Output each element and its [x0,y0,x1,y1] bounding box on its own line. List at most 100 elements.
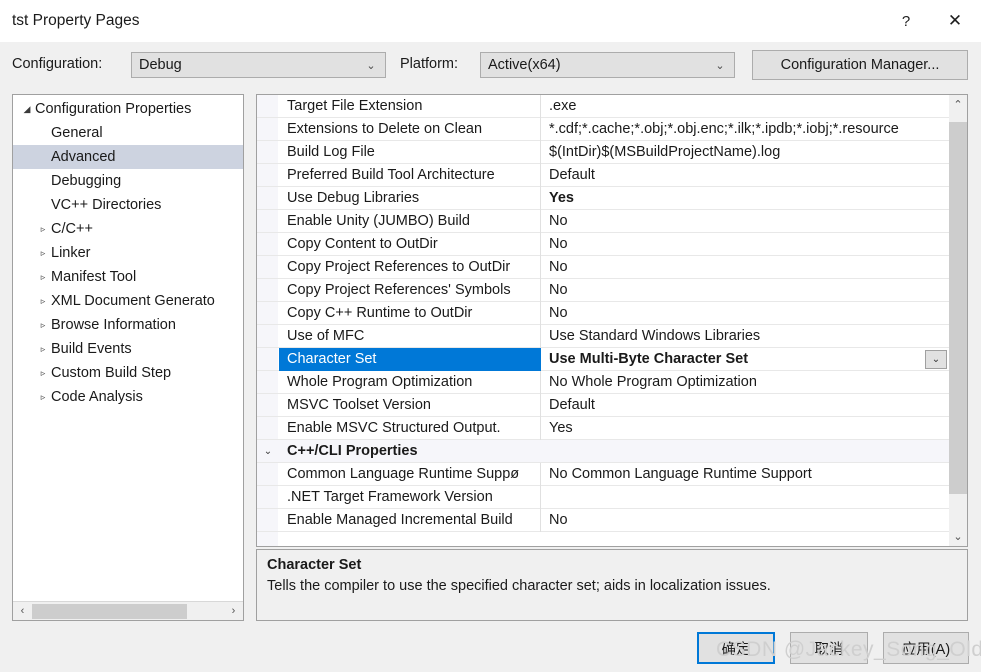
tree-item-vc-directories[interactable]: VC++ Directories [13,193,243,217]
property-name: Copy C++ Runtime to OutDir [279,301,541,325]
property-row[interactable]: Build Log File $(IntDir)$(MSBuildProjectN… [257,140,951,164]
property-value[interactable]: *.cdf;*.cache;*.obj;*.obj.enc;*.ilk;*.ip… [541,118,951,141]
property-row[interactable]: Copy C++ Runtime to OutDir No [257,301,951,325]
property-row[interactable]: Enable Unity (JUMBO) Build No [257,209,951,233]
tree-item-label: Linker [51,245,91,261]
expander-icon[interactable]: ▹ [35,248,51,258]
property-row[interactable]: Use Debug Libraries Yes [257,186,951,210]
vscroll-thumb[interactable] [949,122,967,494]
row-gutter [257,371,279,394]
property-group-header[interactable]: ⌄ C++/CLI Properties [257,440,951,463]
row-gutter [257,463,279,486]
property-value[interactable]: Use Multi-Byte Character Set [541,348,951,371]
property-row[interactable]: Character Set Use Multi-Byte Character Se… [257,347,951,371]
tree-item-label: Custom Build Step [51,365,172,381]
property-name: Use of MFC [279,324,541,348]
tree-item-xml-document-generato[interactable]: ▹ XML Document Generato [13,289,243,313]
scroll-up-icon[interactable]: ⌃ [949,95,967,114]
hscroll-track[interactable] [32,602,224,621]
property-name: Enable MSVC Structured Output. [279,416,541,440]
tree-item-c-c[interactable]: ▹ C/C++ [13,217,243,241]
property-value[interactable]: Yes [541,187,951,210]
expander-icon[interactable]: ▹ [35,344,51,354]
grid-vertical-scrollbar[interactable]: ⌃ ⌄ [949,95,967,546]
vscroll-track[interactable] [949,114,967,527]
configuration-tree-panel: ◢ Configuration Properties General Advanced… [12,94,244,621]
tree-item-general[interactable]: General [13,121,243,145]
tree-item-manifest-tool[interactable]: ▹ Manifest Tool [13,265,243,289]
tree-item-debugging[interactable]: Debugging [13,169,243,193]
expander-icon[interactable]: ▹ [35,368,51,378]
property-row[interactable]: Target File Extension .exe [257,95,951,118]
property-value[interactable]: No [541,233,951,256]
tree-item-label: Debugging [51,173,122,189]
property-row[interactable]: Copy Content to OutDir No [257,232,951,256]
property-grid[interactable]: Target File Extension .exe Extensions to D… [257,95,951,546]
tree-item-browse-information[interactable]: ▹ Browse Information [13,313,243,337]
expander-icon[interactable]: ▹ [35,224,51,234]
tree-item-custom-build-step[interactable]: ▹ Custom Build Step [13,361,243,385]
property-row[interactable]: Preferred Build Tool Architecture Default [257,163,951,187]
property-value[interactable]: No [541,210,951,233]
property-value[interactable]: No [541,302,951,325]
property-value[interactable]: Default [541,394,951,417]
ok-button[interactable]: 确定 [697,632,775,664]
tree-horizontal-scrollbar[interactable]: ‹ › [13,601,243,620]
property-row[interactable]: Copy Project References' Symbols No [257,278,951,302]
cancel-button[interactable]: 取消 [790,632,868,664]
property-value[interactable]: $(IntDir)$(MSBuildProjectName).log [541,141,951,164]
tree-item-label: Configuration Properties [35,101,192,117]
expander-icon[interactable]: ▹ [35,392,51,402]
property-value-dropdown-icon[interactable]: ⌄ [925,350,947,369]
property-row[interactable]: Use of MFC Use Standard Windows Libraries [257,324,951,348]
tree-item-advanced[interactable]: Advanced [13,145,243,169]
property-value[interactable]: No Whole Program Optimization [541,371,951,394]
close-icon[interactable]: ✕ [929,0,981,42]
configuration-select[interactable]: Debug ⌄ [131,52,386,78]
property-row[interactable]: Common Language Runtime Suppø No Common L… [257,462,951,486]
property-row[interactable]: Copy Project References to OutDir No [257,255,951,279]
tree-item-build-events[interactable]: ▹ Build Events [13,337,243,361]
property-grid-rows[interactable]: Target File Extension .exe Extensions to D… [257,95,951,532]
expander-icon[interactable]: ◢ [19,104,35,114]
scroll-left-icon[interactable]: ‹ [13,602,32,621]
property-value[interactable]: Yes [541,417,951,440]
tree-item-configuration-properties[interactable]: ◢ Configuration Properties [13,97,243,121]
property-name: Common Language Runtime Suppø [279,462,541,486]
property-value[interactable]: Default [541,164,951,187]
expander-icon[interactable]: ▹ [35,296,51,306]
property-value[interactable]: No [541,256,951,279]
hscroll-thumb[interactable] [32,603,187,619]
property-value[interactable] [541,486,951,509]
property-row[interactable]: Enable MSVC Structured Output. Yes [257,416,951,440]
property-row[interactable]: MSVC Toolset Version Default [257,393,951,417]
property-row[interactable]: Extensions to Delete on Clean *.cdf;*.cac… [257,117,951,141]
configuration-tree[interactable]: ◢ Configuration Properties General Advanced… [13,95,243,409]
help-icon[interactable]: ? [883,0,929,42]
configuration-manager-button[interactable]: Configuration Manager... [752,50,968,80]
apply-button[interactable]: 应用(A) [883,632,969,664]
platform-select[interactable]: Active(x64) ⌄ [480,52,735,78]
tree-item-code-analysis[interactable]: ▹ Code Analysis [13,385,243,409]
scroll-down-icon[interactable]: ⌄ [949,527,967,546]
scroll-right-icon[interactable]: › [224,602,243,621]
property-value[interactable] [418,440,951,463]
property-row[interactable]: .NET Target Framework Version [257,485,951,509]
property-value[interactable]: No [541,509,951,532]
tree-item-linker[interactable]: ▹ Linker [13,241,243,265]
expander-icon[interactable]: ▹ [35,320,51,330]
description-title: Character Set [267,557,362,573]
property-value[interactable]: Use Standard Windows Libraries [541,325,951,348]
expander-icon[interactable]: ▹ [35,272,51,282]
collapse-icon[interactable]: ⌄ [257,440,279,463]
row-gutter [257,210,279,233]
window-title: tst Property Pages [12,12,140,29]
row-gutter [257,256,279,279]
property-name: Copy Project References to OutDir [279,255,541,279]
tree-item-label: Advanced [51,149,116,165]
property-value[interactable]: No [541,279,951,302]
property-row[interactable]: Whole Program Optimization No Whole Progr… [257,370,951,394]
property-value[interactable]: .exe [541,95,951,118]
property-value[interactable]: No Common Language Runtime Support [541,463,951,486]
property-row[interactable]: Enable Managed Incremental Build No [257,508,951,532]
